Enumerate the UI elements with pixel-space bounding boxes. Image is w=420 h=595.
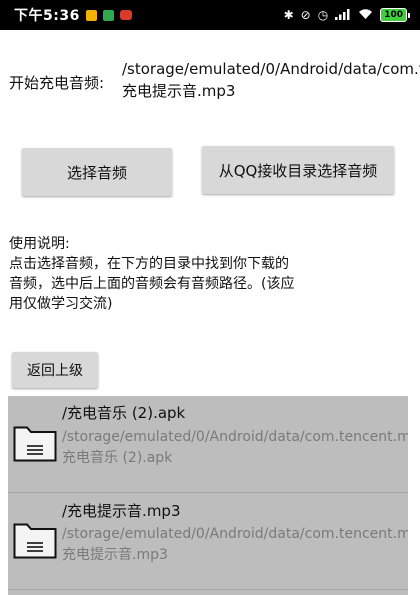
status-right: ✱ ⊘ ◷ 100 (284, 8, 410, 23)
select-from-qq-button[interactable]: 从QQ接收目录选择音频 (202, 146, 394, 194)
bluetooth-icon: ✱ (283, 8, 294, 22)
alarm-off-icon: ⊘ (300, 8, 311, 22)
file-name: /充电提示音.mp3 (62, 502, 181, 520)
usage-instructions: 使用说明: 点击选择音频，在下方的目录中找到你下载的音频，选中后上面的音频会有音… (9, 236, 295, 312)
file-icon (13, 424, 57, 462)
battery-level: 100 (380, 8, 407, 22)
file-icon (13, 521, 57, 559)
battery-icon: 100 (380, 8, 410, 22)
file-list-item[interactable]: /充电提示音.mp3 /storage/emulated/0/Android/d… (8, 493, 408, 590)
notification-message-icon (85, 9, 97, 21)
battery-tip (408, 12, 410, 18)
status-left: 下午5:36 (14, 5, 132, 25)
charge-audio-path: /storage/emulated/0/Android/data/com.ten… (122, 60, 420, 100)
file-list[interactable]: /充电音乐 (2).apk /storage/emulated/0/Androi… (8, 396, 408, 595)
file-name: /充电音乐 (2).apk (62, 404, 186, 422)
alarm-icon: ◷ (317, 8, 329, 22)
file-path: /storage/emulated/0/Android/data/com.ten… (62, 429, 408, 466)
charge-audio-label: 开始充电音频: (9, 74, 105, 92)
signal-icon (335, 8, 351, 23)
select-audio-button[interactable]: 选择音频 (22, 148, 172, 196)
charge-audio-row: 开始充电音频: /storage/emulated/0/Android/data… (0, 56, 420, 108)
status-time: 下午5:36 (14, 8, 80, 24)
notification-app-icon (119, 10, 132, 20)
file-path: /storage/emulated/0/Android/data/com.ten… (62, 526, 408, 563)
status-bar: 下午5:36 ✱ ⊘ ◷ 100 (0, 0, 420, 30)
back-button[interactable]: 返回上级 (12, 352, 98, 388)
file-list-item[interactable]: /充电音乐 (2).apk /storage/emulated/0/Androi… (8, 396, 408, 493)
notification-download-icon (102, 9, 114, 21)
wifi-icon (358, 8, 373, 23)
